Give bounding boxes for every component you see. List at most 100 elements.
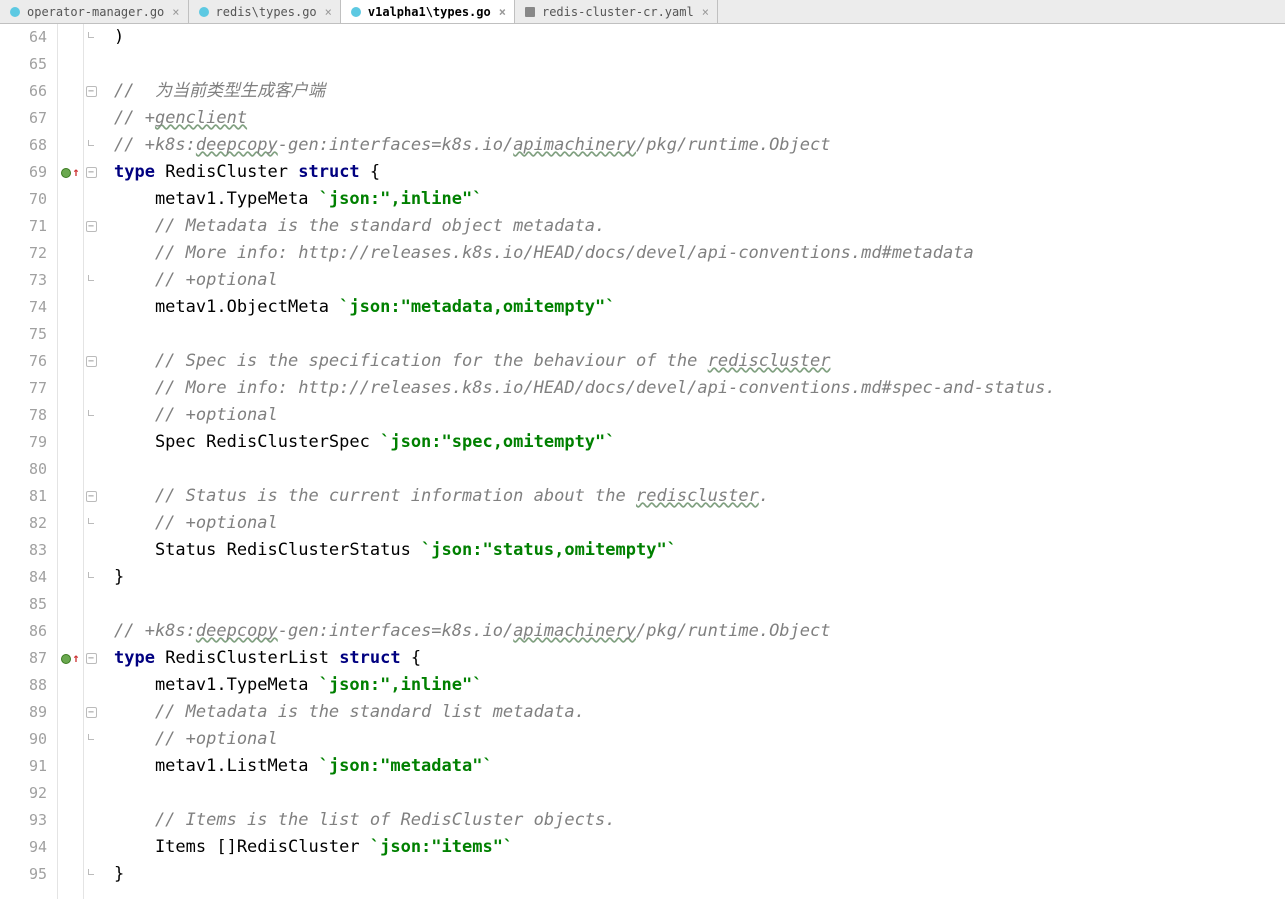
- token-link: genclient: [155, 108, 247, 128]
- code-line[interactable]: [114, 321, 1285, 348]
- code-line[interactable]: // 为当前类型生成客户端: [114, 78, 1285, 105]
- token-str: `json:"metadata,omitempty"`: [339, 297, 615, 317]
- override-arrow-icon[interactable]: ↑: [72, 159, 79, 186]
- implements-marker-icon[interactable]: [61, 654, 71, 664]
- code-line[interactable]: Items []RedisCluster `json:"items"`: [114, 834, 1285, 861]
- code-line[interactable]: metav1.TypeMeta `json:",inline"`: [114, 672, 1285, 699]
- gutter-marker: [58, 753, 83, 780]
- line-number: 89: [0, 699, 47, 726]
- fold-minus-icon[interactable]: −: [86, 356, 97, 367]
- fold-minus-icon[interactable]: −: [86, 86, 97, 97]
- fold-end-icon[interactable]: [88, 869, 94, 875]
- token-cmt: // Metadata is the standard list metadat…: [114, 702, 585, 722]
- fold-minus-icon[interactable]: −: [86, 491, 97, 502]
- code-line[interactable]: // +optional: [114, 402, 1285, 429]
- line-number: 71: [0, 213, 47, 240]
- code-line[interactable]: // Spec is the specification for the beh…: [114, 348, 1285, 375]
- fold-cell: −: [84, 699, 98, 726]
- code-line[interactable]: type RedisClusterList struct {: [114, 645, 1285, 672]
- code-line[interactable]: type RedisCluster struct {: [114, 159, 1285, 186]
- token-cmt: // +optional: [114, 513, 278, 533]
- code-line[interactable]: }: [114, 564, 1285, 591]
- gutter-marker: [58, 510, 83, 537]
- fold-end-icon[interactable]: [88, 572, 94, 578]
- code-line[interactable]: [114, 51, 1285, 78]
- fold-minus-icon[interactable]: −: [86, 167, 97, 178]
- code-line[interactable]: // More info: http://releases.k8s.io/HEA…: [114, 240, 1285, 267]
- fold-cell: [84, 267, 98, 294]
- gutter-marker: [58, 672, 83, 699]
- code-line[interactable]: // Items is the list of RedisCluster obj…: [114, 807, 1285, 834]
- line-number: 84: [0, 564, 47, 591]
- fold-cell: −: [84, 213, 98, 240]
- gutter-marker: [58, 78, 83, 105]
- close-icon[interactable]: ×: [499, 5, 506, 19]
- token-type: RedisCluster: [155, 162, 298, 182]
- fold-end-icon[interactable]: [88, 32, 94, 38]
- code-line[interactable]: [114, 591, 1285, 618]
- token-cmt: // Metadata is the standard object metad…: [114, 216, 605, 236]
- code-line[interactable]: ): [114, 24, 1285, 51]
- code-line[interactable]: // +k8s:deepcopy-gen:interfaces=k8s.io/a…: [114, 618, 1285, 645]
- code-line[interactable]: // +optional: [114, 726, 1285, 753]
- line-number: 83: [0, 537, 47, 564]
- gutter-marker: [58, 564, 83, 591]
- gutter-marker: [58, 267, 83, 294]
- fold-cell: −: [84, 483, 98, 510]
- fold-cell: [84, 375, 98, 402]
- fold-end-icon[interactable]: [88, 518, 94, 524]
- code-line[interactable]: // Metadata is the standard object metad…: [114, 213, 1285, 240]
- fold-end-icon[interactable]: [88, 140, 94, 146]
- gutter-marker: [58, 726, 83, 753]
- tab-operator-manager-go[interactable]: operator-manager.go×: [0, 0, 189, 23]
- code-line[interactable]: // +optional: [114, 510, 1285, 537]
- line-number: 95: [0, 861, 47, 888]
- code-line[interactable]: }: [114, 861, 1285, 888]
- tab-redis-types-go[interactable]: redis\types.go ×: [189, 0, 341, 23]
- token-type: metav1.ObjectMeta: [114, 297, 339, 317]
- fold-cell: [84, 321, 98, 348]
- code-line[interactable]: metav1.ObjectMeta `json:"metadata,omitem…: [114, 294, 1285, 321]
- fold-end-icon[interactable]: [88, 275, 94, 281]
- line-number: 78: [0, 402, 47, 429]
- code-line[interactable]: // More info: http://releases.k8s.io/HEA…: [114, 375, 1285, 402]
- code-editor[interactable]: 6465666768697071727374757677787980818283…: [0, 24, 1285, 899]
- fold-end-icon[interactable]: [88, 410, 94, 416]
- fold-end-icon[interactable]: [88, 734, 94, 740]
- tab-redis-cluster-cr-yaml[interactable]: redis-cluster-cr.yaml×: [515, 0, 718, 23]
- gutter-marker: [58, 618, 83, 645]
- code-line[interactable]: // +optional: [114, 267, 1285, 294]
- code-line[interactable]: // Status is the current information abo…: [114, 483, 1285, 510]
- close-icon[interactable]: ×: [702, 5, 709, 19]
- implements-marker-icon[interactable]: [61, 168, 71, 178]
- code-line[interactable]: // Metadata is the standard list metadat…: [114, 699, 1285, 726]
- line-number: 64: [0, 24, 47, 51]
- code-line[interactable]: // +genclient: [114, 105, 1285, 132]
- close-icon[interactable]: ×: [325, 5, 332, 19]
- code-line[interactable]: Spec RedisClusterSpec `json:"spec,omitem…: [114, 429, 1285, 456]
- line-number-gutter: 6465666768697071727374757677787980818283…: [0, 24, 58, 899]
- fold-gutter[interactable]: − − − − − − −: [84, 24, 98, 899]
- code-area[interactable]: )// 为当前类型生成客户端// +genclient// +k8s:deepc…: [98, 24, 1285, 899]
- line-number: 69: [0, 159, 47, 186]
- tab-label: redis\types.go: [216, 5, 317, 19]
- code-line[interactable]: [114, 456, 1285, 483]
- line-number: 94: [0, 834, 47, 861]
- line-number: 90: [0, 726, 47, 753]
- token-cmt: .: [759, 486, 769, 506]
- fold-minus-icon[interactable]: −: [86, 707, 97, 718]
- code-line[interactable]: Status RedisClusterStatus `json:"status,…: [114, 537, 1285, 564]
- token-cmt: // Status is the current information abo…: [114, 486, 636, 506]
- line-number: 72: [0, 240, 47, 267]
- code-line[interactable]: // +k8s:deepcopy-gen:interfaces=k8s.io/a…: [114, 132, 1285, 159]
- tab-v1alpha1-types-go[interactable]: v1alpha1\types.go×: [341, 0, 515, 23]
- close-icon[interactable]: ×: [172, 5, 179, 19]
- go-file-icon: [349, 5, 363, 19]
- gutter-marker: [58, 213, 83, 240]
- override-arrow-icon[interactable]: ↑: [72, 645, 79, 672]
- fold-minus-icon[interactable]: −: [86, 221, 97, 232]
- fold-minus-icon[interactable]: −: [86, 653, 97, 664]
- code-line[interactable]: [114, 780, 1285, 807]
- code-line[interactable]: metav1.ListMeta `json:"metadata"`: [114, 753, 1285, 780]
- code-line[interactable]: metav1.TypeMeta `json:",inline"`: [114, 186, 1285, 213]
